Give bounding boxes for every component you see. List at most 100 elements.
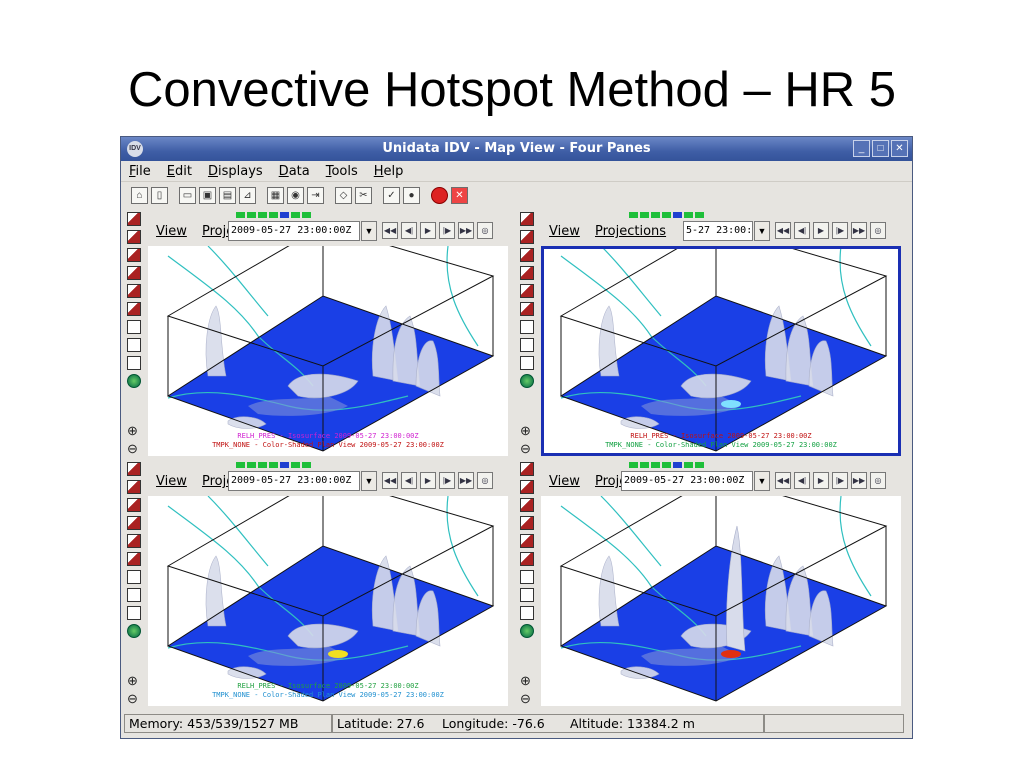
timestep-marker[interactable] (280, 212, 289, 218)
zoom-in-icon[interactable]: ⊕ (520, 424, 534, 438)
map-canvas[interactable]: RELH_PRES - Isosurface 2009-05-27 23:00:… (541, 246, 901, 456)
projections-menu[interactable]: Projections (595, 224, 666, 239)
stop-icon[interactable]: ✕ (451, 187, 468, 204)
bulb-icon[interactable]: ◉ (287, 187, 304, 204)
zoom-in-icon[interactable]: ⊕ (127, 424, 141, 438)
menu-edit[interactable]: Edit (167, 164, 192, 179)
play-icon[interactable]: ▶ (813, 222, 829, 239)
step-first-icon[interactable]: ◀◀ (775, 222, 791, 239)
timestep-marker[interactable] (640, 212, 649, 218)
maximize-button[interactable]: □ (872, 140, 889, 157)
timestep-marker[interactable] (247, 212, 256, 218)
step-back-icon[interactable]: ◀| (401, 472, 417, 489)
bottom-view-icon[interactable] (520, 480, 534, 494)
south-view-icon[interactable] (127, 284, 141, 298)
rotate-view-icon[interactable] (127, 338, 141, 352)
animation-settings-icon[interactable]: ◎ (870, 472, 886, 489)
step-first-icon[interactable]: ◀◀ (775, 472, 791, 489)
zoom-out-icon[interactable]: ⊖ (127, 692, 141, 706)
north-view-icon[interactable] (520, 498, 534, 512)
save-icon[interactable]: ▣ (199, 187, 216, 204)
north-view-icon[interactable] (127, 248, 141, 262)
globe-view-icon[interactable] (520, 624, 534, 638)
timestep-marker[interactable] (651, 212, 660, 218)
south-view-icon[interactable] (520, 534, 534, 548)
timestep-marker[interactable] (651, 462, 660, 468)
top-view-icon[interactable] (127, 212, 141, 226)
minimize-button[interactable]: _ (853, 140, 870, 157)
open-icon[interactable]: ▭ (179, 187, 196, 204)
step-back-icon[interactable]: ◀| (401, 222, 417, 239)
timestep-marker[interactable] (291, 212, 300, 218)
globe-view-icon[interactable] (520, 374, 534, 388)
vertical-scale-icon[interactable] (127, 356, 141, 370)
zoom-in-icon[interactable]: ⊕ (520, 674, 534, 688)
north-view-icon[interactable] (520, 248, 534, 262)
zoom-out-icon[interactable]: ⊖ (520, 442, 534, 456)
timestep-marker[interactable] (695, 212, 704, 218)
top-view-icon[interactable] (520, 462, 534, 476)
timestep-marker[interactable] (302, 212, 311, 218)
timestep-marker[interactable] (629, 212, 638, 218)
step-forward-icon[interactable]: |▶ (439, 222, 455, 239)
zoom-out-icon[interactable]: ⊖ (520, 692, 534, 706)
chart-icon[interactable]: ▦ (267, 187, 284, 204)
south-view-icon[interactable] (520, 284, 534, 298)
west-view-icon[interactable] (127, 302, 141, 316)
menu-file[interactable]: File (129, 164, 151, 179)
timestep-marker[interactable] (673, 212, 682, 218)
map-canvas[interactable]: RELH_PRES - Isosurface 2009-05-27 23:00:… (148, 246, 508, 456)
zoom-out-icon[interactable]: ⊖ (127, 442, 141, 456)
east-view-icon[interactable] (520, 516, 534, 530)
play-icon[interactable]: ▶ (813, 472, 829, 489)
timestep-marker[interactable] (695, 462, 704, 468)
view-menu[interactable]: View (156, 224, 187, 239)
globe-view-icon[interactable] (127, 624, 141, 638)
step-last-icon[interactable]: ▶▶ (851, 472, 867, 489)
record-icon[interactable] (431, 187, 448, 204)
west-view-icon[interactable] (520, 302, 534, 316)
step-last-icon[interactable]: ▶▶ (851, 222, 867, 239)
step-last-icon[interactable]: ▶▶ (458, 472, 474, 489)
top-view-icon[interactable] (127, 462, 141, 476)
timestep-marker[interactable] (269, 212, 278, 218)
step-first-icon[interactable]: ◀◀ (382, 222, 398, 239)
bottom-view-icon[interactable] (127, 230, 141, 244)
close-button[interactable]: ✕ (891, 140, 908, 157)
vertical-scale-icon[interactable] (520, 606, 534, 620)
view-menu[interactable]: View (549, 224, 580, 239)
menu-displays[interactable]: Displays (208, 164, 263, 179)
timestep-marker[interactable] (236, 212, 245, 218)
menu-data[interactable]: Data (279, 164, 310, 179)
eraser-icon[interactable]: ◇ (335, 187, 352, 204)
rotate-view-icon[interactable] (520, 588, 534, 602)
menu-tools[interactable]: Tools (326, 164, 358, 179)
animation-settings-icon[interactable]: ◎ (477, 222, 493, 239)
step-back-icon[interactable]: ◀| (794, 222, 810, 239)
rotate-view-icon[interactable] (127, 588, 141, 602)
timestep-marker[interactable] (269, 462, 278, 468)
zoom-in-icon[interactable]: ⊕ (127, 674, 141, 688)
box-view-icon[interactable] (520, 320, 534, 334)
play-icon[interactable]: ▶ (420, 222, 436, 239)
menu-help[interactable]: Help (374, 164, 404, 179)
step-first-icon[interactable]: ◀◀ (382, 472, 398, 489)
chevron-down-icon[interactable]: ▼ (754, 471, 770, 491)
vertical-scale-icon[interactable] (127, 606, 141, 620)
timestep-marker[interactable] (684, 212, 693, 218)
timestep-marker[interactable] (684, 462, 693, 468)
view-menu[interactable]: View (156, 474, 187, 489)
south-view-icon[interactable] (127, 534, 141, 548)
step-forward-icon[interactable]: |▶ (439, 472, 455, 489)
north-view-icon[interactable] (127, 498, 141, 512)
globe-view-icon[interactable] (127, 374, 141, 388)
chevron-down-icon[interactable]: ▼ (361, 471, 377, 491)
east-view-icon[interactable] (127, 266, 141, 280)
window-titlebar[interactable]: IDV Unidata IDV - Map View - Four Panes … (121, 137, 912, 161)
new-icon[interactable]: ▯ (151, 187, 168, 204)
timestep-marker[interactable] (640, 462, 649, 468)
box-view-icon[interactable] (127, 570, 141, 584)
timestep-marker[interactable] (247, 462, 256, 468)
save-as-icon[interactable]: ▤ (219, 187, 236, 204)
rotate-view-icon[interactable] (520, 338, 534, 352)
